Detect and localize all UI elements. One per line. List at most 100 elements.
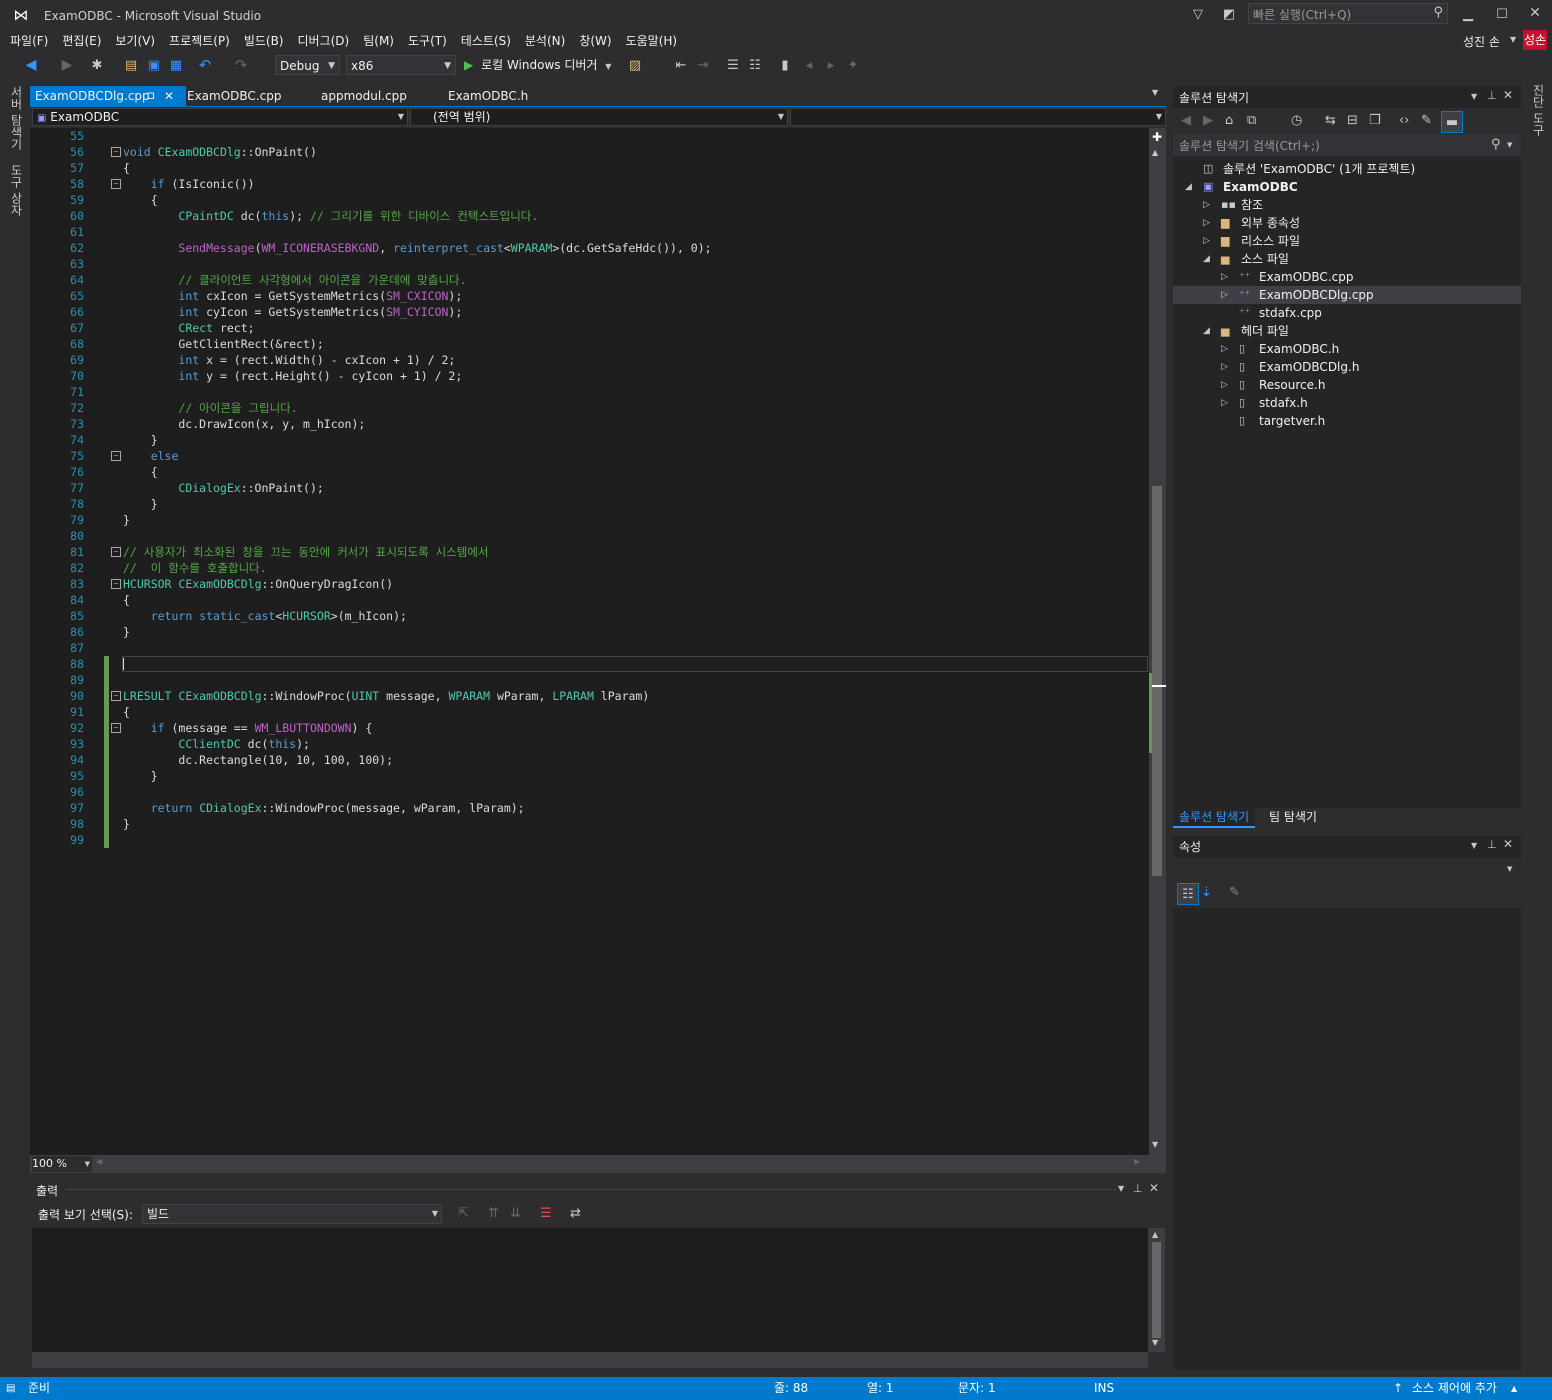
split-icon[interactable]: ✚ xyxy=(1152,130,1162,144)
clear-all-icon[interactable]: ☰ xyxy=(540,1206,552,1221)
expand-arrow-icon[interactable]: ▷ xyxy=(1221,340,1228,358)
home-icon[interactable]: ⌂ xyxy=(1225,113,1233,128)
alphabetical-icon[interactable]: ⇣ xyxy=(1201,885,1212,900)
collapse-icon[interactable]: − xyxy=(111,451,121,461)
scroll-up-icon[interactable]: ▲ xyxy=(1152,148,1158,157)
scroll-right-icon[interactable]: ▶ xyxy=(1134,1157,1140,1166)
output-text-area[interactable] xyxy=(32,1228,1148,1352)
categorized-icon[interactable]: ☷ xyxy=(1177,883,1199,905)
user-avatar-badge[interactable]: 성손 xyxy=(1523,30,1547,50)
maximize-button[interactable]: ☐ xyxy=(1494,6,1510,22)
comment-icon[interactable]: ☰ xyxy=(724,56,742,74)
tab-appmodul-cpp[interactable]: appmodul.cpp xyxy=(316,86,412,106)
expand-arrow-icon[interactable]: ▷ xyxy=(1203,232,1210,250)
add-to-source-control[interactable]: 소스 제어에 추가 xyxy=(1412,1377,1497,1400)
scope-dropdown[interactable]: (전역 범위) ▼ xyxy=(410,108,788,126)
code-editor[interactable]: 55 56− void CExamODBCDlg::OnPaint() 57{58− … xyxy=(49,128,1149,1155)
menu-item[interactable]: 파일(F) xyxy=(3,30,55,52)
preview-selected-icon[interactable]: ▬ xyxy=(1441,111,1463,133)
menu-item[interactable]: 창(W) xyxy=(572,30,618,52)
menu-item[interactable]: 편집(E) xyxy=(55,30,108,52)
forward-icon[interactable]: ▶ xyxy=(1203,113,1213,128)
tab-examodbcdlg-cpp[interactable]: ExamODBCDlg.cpp ⊐ ✕ xyxy=(30,86,186,106)
collapse-arrow-icon[interactable]: ◢ xyxy=(1203,250,1210,268)
minimize-button[interactable]: ▁ xyxy=(1460,6,1476,22)
close-window-button[interactable]: ✕ xyxy=(1527,5,1543,21)
search-icon[interactable]: ⚲ xyxy=(1491,137,1501,152)
property-pages-wrench-icon[interactable]: ✎ xyxy=(1229,885,1240,900)
collapse-icon[interactable]: − xyxy=(111,147,121,157)
close-icon[interactable]: ✕ xyxy=(1149,1181,1159,1195)
bookmark-icon[interactable]: ▮ xyxy=(776,56,794,74)
prev-message-icon[interactable]: ⇈ xyxy=(488,1206,499,1221)
collapse-icon[interactable]: − xyxy=(111,579,121,589)
undo-icon[interactable]: ↶ xyxy=(196,56,214,74)
zoom-select[interactable]: 100 % ▼ xyxy=(32,1156,92,1172)
uncomment-icon[interactable]: ☷ xyxy=(746,56,764,74)
tree-item[interactable]: ▷ ⁺⁺ ExamODBCDlg.cpp xyxy=(1173,286,1521,304)
close-icon[interactable]: ✕ xyxy=(1503,88,1513,102)
collapse-icon[interactable]: − xyxy=(111,547,121,557)
back-icon[interactable]: ◀ xyxy=(1181,113,1191,128)
switch-views-icon[interactable]: ⧉ xyxy=(1247,113,1256,128)
quick-launch[interactable]: 빠른 실행(Ctrl+Q) ⚲ xyxy=(1248,3,1448,24)
collapse-arrow-icon[interactable]: ◢ xyxy=(1203,322,1210,340)
expand-arrow-icon[interactable]: ▷ xyxy=(1221,376,1228,394)
scroll-up-icon[interactable]: ▲ xyxy=(1152,1230,1158,1239)
expand-arrow-icon[interactable]: ▷ xyxy=(1221,394,1228,412)
server-explorer-tab[interactable]: 서버 탐색기 xyxy=(8,86,25,150)
save-all-icon[interactable]: ▦ xyxy=(167,56,185,74)
find-message-icon[interactable]: ⇱ xyxy=(458,1206,469,1221)
user-name[interactable]: 성진 손 xyxy=(1463,33,1500,50)
menu-item[interactable]: 보기(V) xyxy=(108,30,162,52)
tab-team-explorer[interactable]: 팀 탐색기 xyxy=(1263,808,1323,826)
output-horizontal-scrollbar[interactable] xyxy=(32,1352,1148,1368)
pin-icon[interactable]: ⊥ xyxy=(1487,89,1497,102)
view-code-icon[interactable]: ‹› xyxy=(1399,113,1409,128)
step-disabled-icon[interactable]: ⇥ xyxy=(694,56,712,74)
close-icon[interactable]: ✕ xyxy=(164,86,174,106)
menu-item[interactable]: 도구(T) xyxy=(401,30,454,52)
panel-menu-chevron-icon[interactable]: ▼ xyxy=(1471,92,1477,101)
panel-menu-chevron-icon[interactable]: ▼ xyxy=(1118,1184,1124,1193)
search-icon[interactable]: ⚲ xyxy=(1433,5,1443,20)
prev-bookmark-icon[interactable]: ◂ xyxy=(800,56,818,74)
project-dropdown[interactable]: ▣ ExamODBC ▼ xyxy=(32,108,408,126)
next-message-icon[interactable]: ⇊ xyxy=(510,1206,521,1221)
save-icon[interactable]: ▣ xyxy=(145,56,163,74)
menu-item[interactable]: 분석(N) xyxy=(518,30,572,52)
expand-arrow-icon[interactable]: ▷ xyxy=(1221,358,1228,376)
browse-icon[interactable]: ▨ xyxy=(626,56,644,74)
pin-icon[interactable]: ⊥ xyxy=(1133,1182,1143,1195)
word-wrap-icon[interactable]: ⇄ xyxy=(570,1206,581,1221)
solution-config-select[interactable]: Debug ▼ xyxy=(275,55,340,75)
scroll-down-icon[interactable]: ▼ xyxy=(1152,1338,1158,1347)
tab-examodbc-cpp[interactable]: ExamODBC.cpp xyxy=(182,86,286,106)
filter-icon[interactable]: ▽ xyxy=(1190,6,1206,22)
scrollbar-thumb[interactable] xyxy=(1152,1242,1161,1338)
diagnostic-tools-tab[interactable]: 진단 도구 xyxy=(1530,84,1547,136)
menu-item[interactable]: 도움말(H) xyxy=(619,30,685,52)
menu-item[interactable]: 테스트(S) xyxy=(454,30,518,52)
editor-vertical-scrollbar[interactable]: ✚ ▲ ▼ xyxy=(1149,128,1166,1155)
collapse-icon[interactable]: − xyxy=(111,691,121,701)
output-vertical-scrollbar[interactable]: ▲ ▼ xyxy=(1148,1228,1165,1352)
expand-arrow-icon[interactable]: ▷ xyxy=(1203,214,1210,232)
menu-item[interactable]: 팀(M) xyxy=(356,30,401,52)
scroll-down-icon[interactable]: ▼ xyxy=(1152,1140,1158,1149)
expand-arrow-icon[interactable]: ▷ xyxy=(1203,196,1210,214)
menu-item[interactable]: 빌드(B) xyxy=(237,30,291,52)
menu-item[interactable]: 프로젝트(P) xyxy=(162,30,237,52)
feedback-icon[interactable]: ◩ xyxy=(1220,6,1238,22)
show-all-files-icon[interactable]: ❐ xyxy=(1369,113,1381,128)
expand-arrow-icon[interactable]: ▷ xyxy=(1221,286,1228,304)
toolbox-tab[interactable]: 도구 상자 xyxy=(8,164,25,216)
tab-overflow-chevron-icon[interactable]: ▼ xyxy=(1152,88,1158,97)
open-file-icon[interactable]: ▤ xyxy=(122,56,140,74)
expand-arrow-icon[interactable]: ▷ xyxy=(1221,268,1228,286)
collapse-icon[interactable]: − xyxy=(111,723,121,733)
start-debugging-button[interactable]: ▶ 로컬 Windows 디버거 ▼ xyxy=(464,56,611,74)
pin-icon[interactable]: ⊥ xyxy=(1487,838,1497,851)
scroll-left-icon[interactable]: ◀ xyxy=(96,1157,102,1166)
collapse-all-icon[interactable]: ⊟ xyxy=(1347,113,1358,128)
